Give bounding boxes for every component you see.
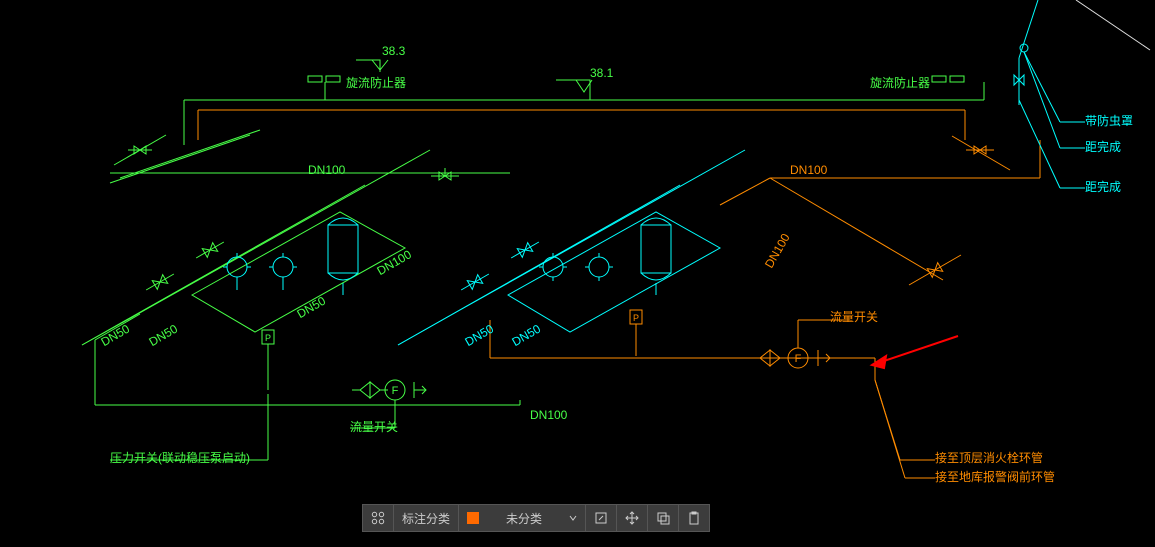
toolbar-apps-button[interactable] xyxy=(363,505,394,531)
toolbar-category-dropdown[interactable]: 未分类 xyxy=(459,505,586,531)
toolbar-category-label: 标注分类 xyxy=(394,505,459,531)
toolbar-edit-button[interactable] xyxy=(586,505,617,531)
dropdown-value: 未分类 xyxy=(506,510,542,527)
dn100-b-orange: DN100 xyxy=(790,163,827,177)
category-swatch xyxy=(467,512,479,524)
annotation-toolbar: 标注分类 未分类 xyxy=(362,504,710,532)
toolbar-paste-button[interactable] xyxy=(679,505,709,531)
flow-switch-label-2: 流量开关 xyxy=(830,310,878,324)
backflow-label-right: 旋流防止器 xyxy=(870,76,930,90)
svg-text:P: P xyxy=(265,333,271,343)
chevron-down-icon xyxy=(569,514,577,522)
edit-icon xyxy=(594,511,608,525)
elevation-label-left: 38.3 xyxy=(382,44,405,58)
category-label-text: 标注分类 xyxy=(402,510,450,527)
dist-b-label: 距完成 xyxy=(1085,180,1121,194)
callout-top-hydrant: 接至顶层消火栓环管 xyxy=(935,451,1043,465)
elevation-label-right: 38.1 xyxy=(590,66,613,80)
toolbar-move-button[interactable] xyxy=(617,505,648,531)
flow-switch-label-1: 流量开关 xyxy=(350,420,398,434)
insect-cover-label: 带防虫罩 xyxy=(1085,114,1133,128)
dist-a-label: 距完成 xyxy=(1085,140,1121,154)
backflow-label-left: 旋流防止器 xyxy=(346,76,406,90)
paste-icon xyxy=(687,511,701,525)
callout-basement-alarm: 接至地库报警阀前环管 xyxy=(935,470,1055,484)
svg-text:F: F xyxy=(392,385,399,397)
svg-text:P: P xyxy=(633,313,639,323)
cad-viewport[interactable]: F P xyxy=(0,0,1155,542)
dn100-bottom: DN100 xyxy=(530,408,567,422)
toolbar-copy-button[interactable] xyxy=(648,505,679,531)
svg-text:F: F xyxy=(795,353,802,365)
grid-icon xyxy=(371,511,385,525)
copy-icon xyxy=(656,511,670,525)
move-icon xyxy=(625,511,639,525)
dn100-a: DN100 xyxy=(308,163,345,177)
pressure-switch-label: 压力开关(联动稳压泵启动) xyxy=(110,451,250,465)
